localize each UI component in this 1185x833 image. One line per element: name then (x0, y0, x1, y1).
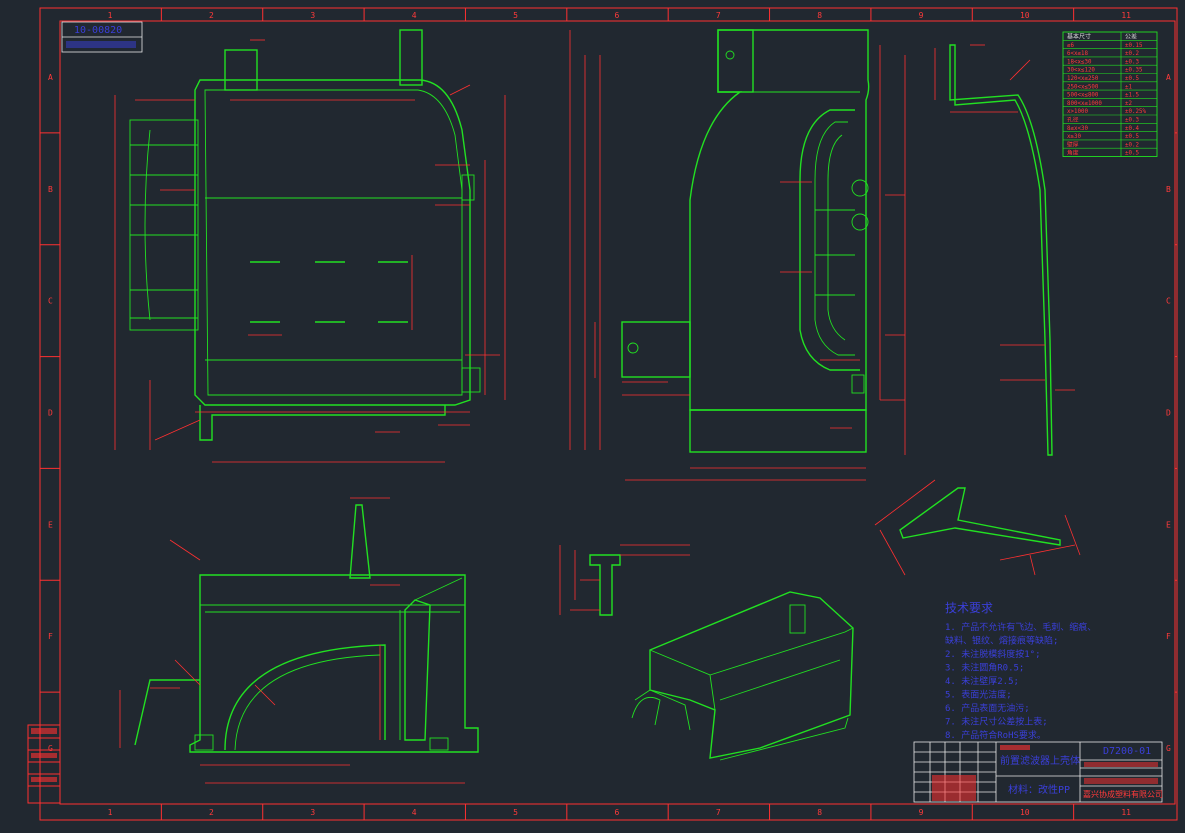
revision-side-block (27, 724, 61, 804)
title-block: 前置滤波器上壳体 材料：改性PP D7200-01 嘉兴协成塑料有限公司 (913, 741, 1163, 803)
row-marker: D (1166, 409, 1171, 418)
title-block-part-name: 前置滤波器上壳体 (1000, 754, 1080, 767)
column-marker: 11 (1121, 11, 1131, 20)
column-marker: 2 (209, 808, 214, 817)
column-marker: 1 (108, 808, 113, 817)
tolerance-cell-tol: ±0.3 (1125, 59, 1139, 65)
column-marker: 3 (310, 808, 315, 817)
tolerance-cell-size: 120<x≤250 (1067, 76, 1099, 82)
column-marker: 9 (919, 11, 924, 20)
tech-requirement-line: 2. 未注脱模斜度按1°; (945, 648, 1041, 660)
tolerance-cell-size: 8≤x<30 (1067, 126, 1088, 132)
row-marker: E (48, 520, 53, 529)
detail-small-view (559, 544, 690, 616)
tolerance-cell-size: x>1000 (1067, 109, 1088, 115)
tech-requirement-line: 1. 产品不允许有飞边、毛刺、缩痕、 (945, 621, 1096, 633)
tolerance-cell-tol: ±0.3 (1125, 118, 1139, 124)
row-marker: C (48, 297, 53, 306)
tolerance-header-tol: 公差 (1125, 33, 1137, 41)
bottom-view (119, 497, 479, 784)
column-marker: 11 (1121, 808, 1131, 817)
row-marker: B (1166, 185, 1171, 194)
column-marker: 4 (412, 808, 417, 817)
column-marker: 2 (209, 11, 214, 20)
tolerance-cell-tol: ±1 (1125, 84, 1132, 90)
tolerance-header-size: 基本尺寸 (1067, 33, 1091, 41)
tech-requirement-line: 缺料、银纹、熔接痕等缺陷; (945, 635, 1058, 647)
tolerance-cell-tol: ±0.35 (1125, 68, 1143, 74)
row-marker: G (1166, 744, 1171, 753)
row-marker: A (48, 73, 53, 82)
tech-requirement-line: 7. 未注尺寸公差按上表; (945, 716, 1048, 728)
row-marker: D (48, 409, 53, 418)
title-block-code: D7200-01 (1103, 746, 1151, 757)
column-marker: 5 (513, 11, 518, 20)
tolerance-cell-size: x≥30 (1067, 134, 1081, 140)
tech-requirement-line: 3. 未注圆角R0.5; (945, 662, 1024, 674)
column-marker: 6 (615, 11, 620, 20)
tolerance-cell-size: 500<x≤800 (1067, 93, 1099, 99)
column-marker: 10 (1020, 11, 1030, 20)
tolerance-cell-size: 250<x≤500 (1067, 84, 1099, 90)
tolerance-table: 基本尺寸 公差 ≤6 ±0.15 6<x≤18 ±0.2 18<x≤30 ±0.3 30<x≤1… (1062, 31, 1158, 157)
tolerance-cell-size: 18<x≤30 (1067, 59, 1092, 65)
title-block-material: 材料：改性PP (1008, 783, 1070, 796)
tolerance-cell-tol: ±0.25% (1125, 109, 1146, 115)
section-view (934, 44, 1075, 456)
column-marker: 3 (310, 11, 315, 20)
isometric-view (631, 591, 854, 761)
tolerance-cell-tol: ±0.2 (1125, 51, 1139, 57)
tolerance-cell-size: ≤6 (1067, 43, 1074, 49)
tolerance-cell-size: 800<x≤1000 (1067, 101, 1102, 107)
tolerance-cell-size: 30<x≤120 (1067, 68, 1095, 74)
tolerance-cell-tol: ±0.5 (1125, 76, 1139, 82)
column-marker: 9 (919, 808, 924, 817)
tolerance-cell-tol: ±1.5 (1125, 93, 1139, 99)
row-marker: A (1166, 73, 1171, 82)
tech-requirement-line: 6. 产品表面无油污; (945, 702, 1030, 714)
column-marker: 7 (716, 11, 721, 20)
drawing-number-box: 10-00820 (61, 21, 143, 53)
row-marker: F (1166, 632, 1171, 641)
side-view (569, 29, 906, 481)
column-marker: 8 (817, 11, 822, 20)
tolerance-cell-tol: ±0.15 (1125, 43, 1143, 49)
tolerance-cell-size: 壁厚 (1067, 140, 1079, 148)
row-marker: C (1166, 297, 1171, 306)
column-marker: 1 (108, 11, 113, 20)
tech-requirements: 技术要求 1. 产品不允许有飞边、毛刺、缩痕、 缺料、银纹、熔接痕等缺陷;2. … (945, 601, 1096, 741)
title-block-company: 嘉兴协成塑料有限公司 (1083, 789, 1163, 799)
cad-drawing-canvas: 1 2 3 4 5 6 7 8 9 10 11 1 2 3 4 5 6 7 8 9 10 11 ABCDEFG ABCD… (27, 7, 1178, 821)
row-marker: E (1166, 520, 1171, 529)
row-markers-left: A B C D E F G (40, 73, 60, 753)
column-marker: 10 (1020, 808, 1030, 817)
tolerance-cell-tol: ±0.5 (1125, 134, 1139, 140)
tolerance-cell-size: 孔径 (1067, 116, 1079, 124)
tolerance-cell-tol: ±0.4 (1125, 126, 1139, 132)
tech-requirements-title: 技术要求 (945, 601, 993, 615)
tolerance-cell-tol: ±0.2 (1125, 142, 1139, 148)
column-marker: 8 (817, 808, 822, 817)
row-marker: G (48, 744, 53, 753)
tolerance-cell-size: 角度 (1067, 149, 1079, 157)
tech-requirement-line: 4. 未注壁厚2.5; (945, 675, 1019, 687)
tech-requirement-line: 5. 表面光洁度; (945, 689, 1012, 701)
column-marker: 7 (716, 808, 721, 817)
column-marker: 4 (412, 11, 417, 20)
row-marker: F (48, 632, 53, 641)
column-markers-top: 1 2 3 4 5 6 7 8 9 10 11 (108, 8, 1131, 21)
tech-requirement-line: 8. 产品符合RoHS要求。 (945, 729, 1046, 741)
row-marker: B (48, 185, 53, 194)
tolerance-cell-size: 6<x≤18 (1067, 51, 1088, 57)
column-marker: 6 (615, 808, 620, 817)
column-marker: 5 (513, 808, 518, 817)
tolerance-cell-tol: ±0.5 (1125, 151, 1139, 157)
tolerance-cell-tol: ±2 (1125, 101, 1132, 107)
column-markers-bottom: 1 2 3 4 5 6 7 8 9 10 11 (108, 804, 1131, 820)
drawing-number-top: 10-00820 (74, 25, 122, 36)
front-view (114, 29, 506, 463)
detail-section-view (874, 479, 1081, 576)
